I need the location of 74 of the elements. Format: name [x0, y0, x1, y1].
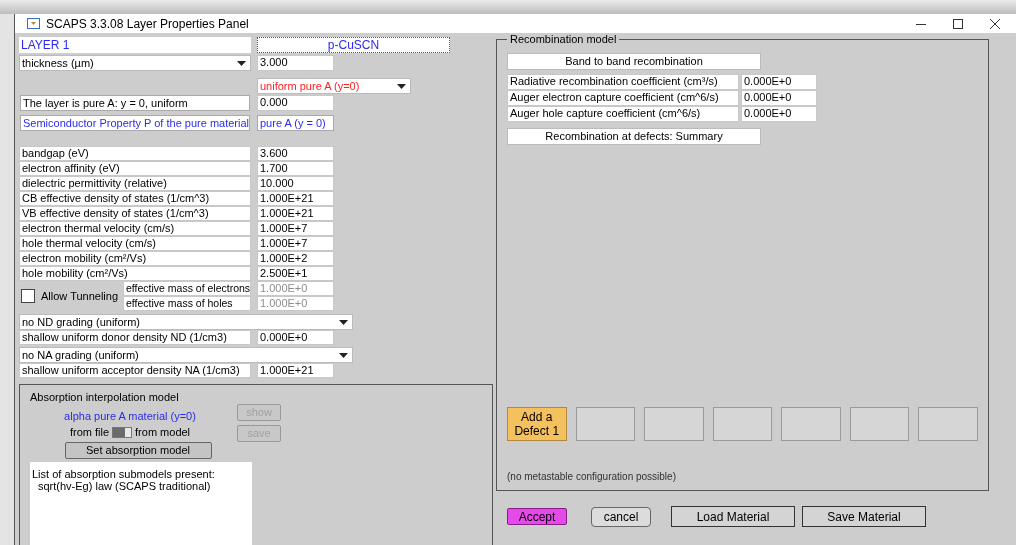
value-field[interactable]: 0.000E+0 [741, 74, 817, 90]
parameter-label: VB effective density of states (1/cm^3) [19, 206, 251, 221]
caret-icon [339, 319, 348, 325]
parameter-label: CB effective density of states (1/cm^3) [19, 191, 251, 206]
add-defect-button[interactable]: Add a Defect 1 [507, 407, 567, 441]
checkbox[interactable] [21, 289, 35, 303]
parameter-label: Radiative recombination coefficient (cm³/s) [507, 74, 739, 90]
layer-description: The layer is pure A: y = 0, uniform [20, 95, 250, 111]
value-field[interactable]: 3.600 [257, 146, 334, 161]
property-header: Semiconductor Property P of the pure material [20, 115, 250, 131]
defect-slot-button[interactable] [575, 407, 636, 441]
defect-slot-button[interactable] [712, 407, 773, 441]
save-button[interactable]: Save Material [802, 506, 926, 527]
value-field[interactable]: 1.000E+21 [257, 206, 334, 221]
dropdown[interactable]: no NA grading (uniform) [19, 347, 353, 363]
app-icon [27, 18, 40, 29]
value-field[interactable]: 1.000E+21 [257, 363, 334, 378]
caret-icon [397, 83, 406, 89]
cancel-button[interactable]: cancel [591, 506, 651, 527]
material-source: alpha pure A material (y=0) [64, 408, 196, 424]
layer-name: LAYER 1 [19, 37, 251, 53]
value-field[interactable]: 0.000E+0 [257, 330, 334, 345]
switch-label: from file [69, 425, 110, 440]
parameter-label: electron affinity (eV) [19, 161, 251, 176]
dropdown[interactable]: thickness (µm) [19, 55, 251, 71]
group-title: Absorption interpolation model [30, 390, 180, 405]
parameter-label: bandgap (eV) [19, 146, 251, 161]
defect-slot-button[interactable] [781, 407, 841, 441]
accept-button[interactable]: Accept [507, 508, 567, 525]
status-note: (no metastable configuration possible) [507, 470, 677, 484]
value-field[interactable]: 1.700 [257, 161, 334, 176]
value-field[interactable]: 0.000E+0 [741, 90, 817, 106]
value-field[interactable]: 2.500E+1 [257, 266, 334, 281]
toggle-switch[interactable] [112, 426, 133, 438]
material-button[interactable]: p-CuSCN [257, 37, 450, 53]
window-title: SCAPS 3.3.08 Layer Properties Panel [46, 15, 249, 33]
parameter-label: electron thermal velocity (cm/s) [19, 221, 251, 236]
parameter-label: hole mobility (cm²/Vs) [19, 266, 251, 281]
dropdown[interactable]: no ND grading (uniform) [19, 314, 353, 330]
defect-slot-button[interactable] [849, 407, 910, 441]
parameter-label: effective mass of electrons [123, 281, 251, 296]
dropdown[interactable]: uniform pure A (y=0) [257, 78, 411, 94]
caret-icon [237, 60, 246, 66]
load-button[interactable]: Load Material [671, 506, 795, 527]
set-absorption-button[interactable]: Set absorption model [64, 441, 212, 459]
band-recombination-button[interactable]: Band to band recombination [507, 53, 761, 70]
value-field[interactable]: 1.000E+7 [257, 221, 334, 236]
maximize-icon[interactable] [953, 18, 963, 29]
defects-summary-button[interactable]: Recombination at defects: Summary [507, 128, 761, 145]
value-field[interactable]: 1.000E+21 [257, 191, 334, 206]
close-icon[interactable] [990, 18, 1000, 29]
parameter-label: shallow uniform acceptor density NA (1/cm3) [19, 363, 251, 378]
checkbox-label: Allow Tunneling [41, 288, 119, 304]
list-line: List of absorption submodels present: [32, 467, 216, 480]
value-field[interactable]: 3.000 [257, 55, 334, 71]
value-field[interactable]: 1.000E+7 [257, 236, 334, 251]
parameter-label: hole thermal velocity (cm/s) [19, 236, 251, 251]
defect-slot-button[interactable] [918, 407, 979, 441]
value-field[interactable]: 10.000 [257, 176, 334, 191]
parameter-label: shallow uniform donor density ND (1/cm3) [19, 330, 251, 345]
parameter-label: Auger electron capture coefficient (cm^6/s) [507, 90, 739, 106]
group-title: Recombination model [507, 33, 620, 45]
value-field[interactable]: 0.000E+0 [741, 106, 817, 122]
parameter-label: Auger hole capture coefficient (cm^6/s) [507, 106, 739, 122]
defect-slot-button[interactable] [644, 407, 704, 441]
parameter-label: dielectric permittivity (relative) [19, 176, 251, 191]
value-field[interactable]: 0.000 [257, 95, 334, 111]
value-field[interactable]: 1.000E+2 [257, 251, 334, 266]
list-line: sqrt(hv-Eg) law (SCAPS traditional) [37, 479, 211, 492]
switch-label: from model [135, 425, 191, 440]
parameter-label: electron mobility (cm²/Vs) [19, 251, 251, 266]
property-header: pure A (y = 0) [257, 115, 334, 131]
parameter-label: effective mass of holes [123, 296, 251, 311]
caret-icon [339, 352, 348, 358]
